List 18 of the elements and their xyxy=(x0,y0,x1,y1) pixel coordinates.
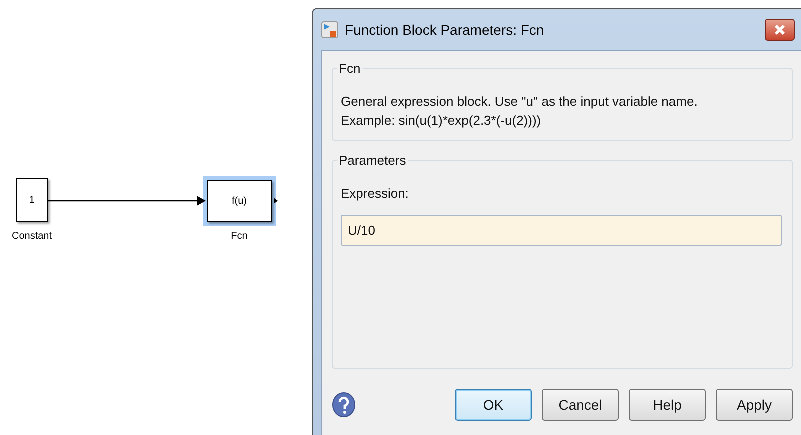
field-label: Expression: xyxy=(341,186,409,201)
dialog-button[interactable]: OK xyxy=(455,389,532,421)
output-port-icon xyxy=(274,196,279,206)
dialog-button[interactable]: Cancel xyxy=(542,389,619,421)
expression-field[interactable]: U/10 xyxy=(341,215,782,246)
block-label: Constant xyxy=(12,231,52,242)
close-icon xyxy=(774,24,786,36)
help-icon[interactable] xyxy=(332,392,356,418)
model-block[interactable]: f(u) xyxy=(203,176,276,226)
close-button[interactable] xyxy=(765,18,795,40)
block-label: Fcn xyxy=(231,231,248,242)
window-title: Function Block Parameters: Fcn xyxy=(345,22,546,38)
group-title: Fcn xyxy=(338,61,362,76)
dialog-button[interactable]: Apply xyxy=(716,389,793,421)
dialog-button[interactable]: Help xyxy=(629,389,706,421)
description-text: General expression block. Use "u" as the input variable name. Example: sin(u(1)*exp(2.3*(-u(2)))) xyxy=(341,93,699,130)
block-icon xyxy=(321,20,339,38)
group-title: Parameters xyxy=(338,153,408,168)
